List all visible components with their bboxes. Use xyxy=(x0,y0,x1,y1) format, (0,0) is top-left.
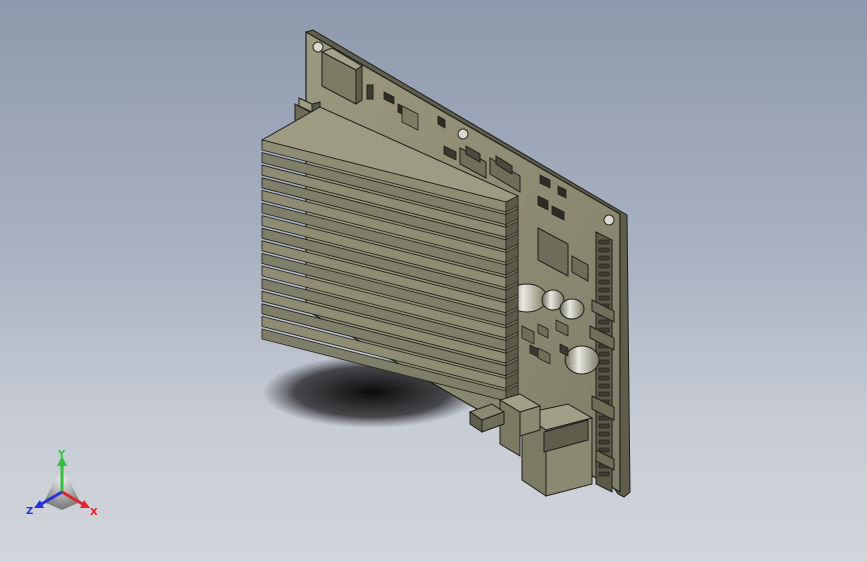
header-pin xyxy=(598,359,610,365)
header-pin xyxy=(598,375,610,381)
header-pin xyxy=(598,239,610,245)
header-pin xyxy=(598,391,610,397)
x-axis-label: X xyxy=(90,507,98,518)
header-pin xyxy=(598,287,610,293)
graphics-viewport[interactable]: Y X Z xyxy=(0,0,867,562)
header-pin xyxy=(598,383,610,389)
header-pin xyxy=(598,447,610,453)
header-pin xyxy=(598,263,610,269)
header-pin xyxy=(598,319,610,325)
header-pin xyxy=(598,351,610,357)
header-pin xyxy=(598,471,610,477)
pcb-board-model[interactable] xyxy=(0,0,867,562)
header-pin xyxy=(598,439,610,445)
view-orientation-triad[interactable]: Y X Z xyxy=(22,448,106,524)
header-pin xyxy=(598,271,610,277)
header-pin xyxy=(598,247,610,253)
header-pin xyxy=(598,279,610,285)
z-axis-label: Z xyxy=(26,506,33,517)
header-pin xyxy=(598,255,610,261)
y-axis-label: Y xyxy=(57,449,66,460)
header-pin xyxy=(598,367,610,373)
header-pin xyxy=(598,295,610,301)
header-pin xyxy=(598,431,610,437)
header-pin xyxy=(598,423,610,429)
